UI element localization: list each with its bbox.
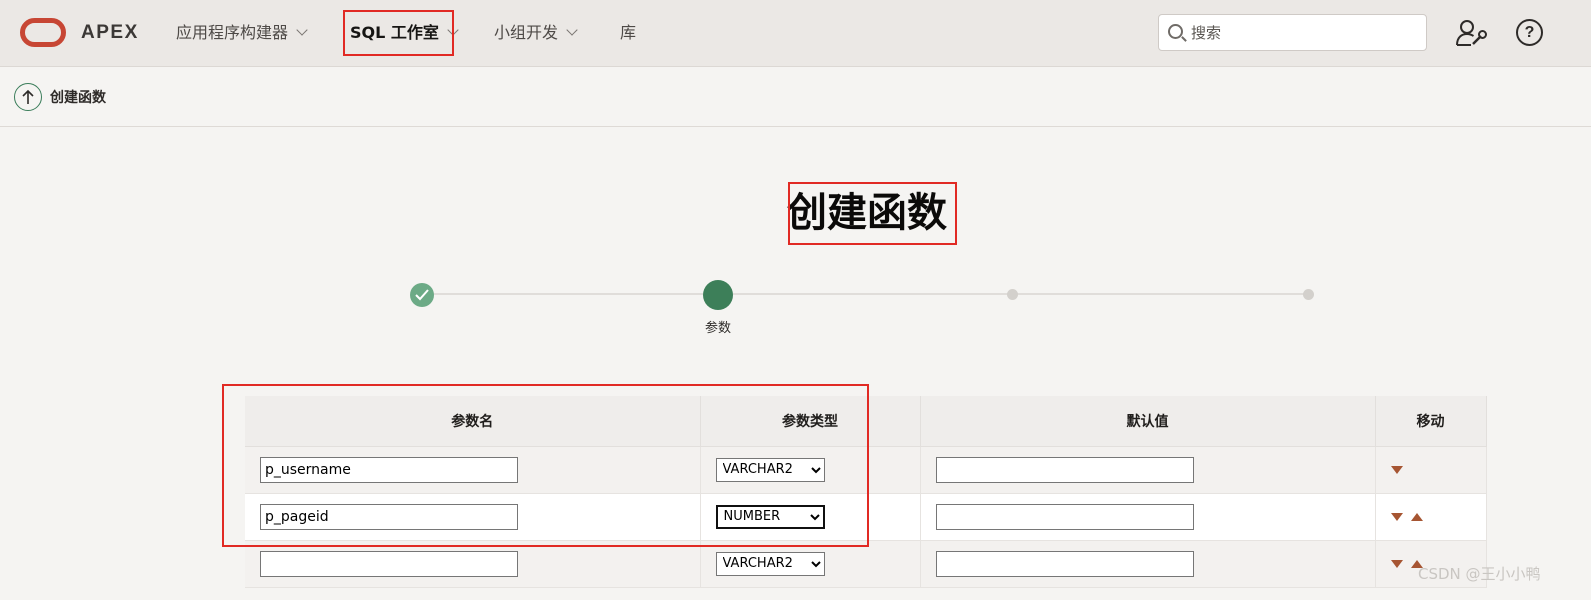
breadcrumb-title: 创建函数 — [50, 90, 106, 106]
search-box[interactable] — [1158, 14, 1427, 51]
move-down-icon[interactable] — [1390, 465, 1403, 474]
parameter-name-input[interactable] — [260, 503, 518, 530]
administration-icon[interactable] — [1454, 16, 1488, 50]
move-down-icon[interactable] — [1390, 559, 1403, 568]
column-header: 移动 — [1375, 396, 1487, 447]
parameter-name-cell — [245, 540, 701, 588]
chevron-down-icon — [447, 24, 459, 36]
wizard-step-upcoming — [1007, 289, 1018, 300]
parameter-name-cell — [245, 446, 701, 494]
default-value-cell — [920, 446, 1376, 494]
table-row: VARCHAR2NUMBERDATEBOOLEAN — [245, 493, 1487, 541]
default-value-input[interactable] — [935, 503, 1194, 530]
table-header-row: 参数名 参数类型 默认值 移动 — [245, 396, 1487, 447]
checkmark-icon — [415, 289, 429, 301]
nav-sql-workshop-label: SQL 工作室 — [350, 23, 439, 42]
chevron-down-icon — [296, 24, 308, 36]
parameters-table: 参数名 参数类型 默认值 移动 VARCHAR2NUMBERDATEBOOLEA… — [245, 396, 1487, 588]
nav-app-builder-label: 应用程序构建器 — [176, 23, 289, 42]
top-navigation-bar: APEX 应用程序构建器 SQL 工作室 小组开发 库 ? — [0, 0, 1591, 67]
nav-gallery-label: 库 — [620, 23, 637, 42]
default-value-cell — [920, 493, 1376, 541]
table-row: VARCHAR2NUMBERDATEBOOLEAN — [245, 540, 1487, 588]
watermark: CSDN @王小小鸭 — [1418, 565, 1541, 583]
nav-sql-workshop[interactable]: SQL 工作室 — [350, 12, 459, 54]
parameter-name-input[interactable] — [260, 550, 518, 577]
oracle-logo-icon[interactable] — [20, 18, 66, 47]
parameter-type-cell: VARCHAR2NUMBERDATEBOOLEAN — [700, 446, 921, 494]
parameter-type-cell: VARCHAR2NUMBERDATEBOOLEAN — [700, 540, 921, 588]
search-input[interactable] — [1191, 15, 1416, 50]
move-up-icon[interactable] — [1410, 512, 1423, 521]
wizard-step-upcoming — [1303, 289, 1314, 300]
breadcrumb-bar: 创建函数 — [0, 67, 1591, 127]
up-arrow-icon[interactable] — [14, 83, 42, 111]
column-header: 参数类型 — [700, 396, 921, 447]
search-icon — [1168, 24, 1183, 39]
parameter-type-select[interactable]: VARCHAR2NUMBERDATEBOOLEAN — [715, 457, 825, 482]
move-down-icon[interactable] — [1390, 512, 1403, 521]
parameter-type-select[interactable]: VARCHAR2NUMBERDATEBOOLEAN — [715, 551, 825, 576]
move-cell — [1375, 446, 1487, 494]
nav-app-builder[interactable]: 应用程序构建器 — [176, 12, 308, 54]
column-header: 默认值 — [920, 396, 1376, 447]
table-row: VARCHAR2NUMBERDATEBOOLEAN — [245, 446, 1487, 494]
parameter-name-cell — [245, 493, 701, 541]
parameter-type-select[interactable]: VARCHAR2NUMBERDATEBOOLEAN — [715, 504, 825, 529]
wizard-progress-track — [422, 293, 1310, 295]
chevron-down-icon — [566, 24, 578, 36]
wizard-step-current — [703, 280, 733, 310]
help-icon[interactable]: ? — [1516, 19, 1543, 46]
parameter-name-input[interactable] — [260, 456, 518, 483]
default-value-input[interactable] — [935, 456, 1194, 483]
default-value-input[interactable] — [935, 550, 1194, 577]
wizard-step-completed — [410, 283, 434, 307]
default-value-cell — [920, 540, 1376, 588]
wizard-step-label: 参数 — [704, 321, 731, 336]
nav-team-development[interactable]: 小组开发 — [494, 12, 578, 54]
nav-team-development-label: 小组开发 — [494, 23, 559, 42]
nav-gallery[interactable]: 库 — [620, 12, 636, 54]
parameter-type-cell: VARCHAR2NUMBERDATEBOOLEAN — [700, 493, 921, 541]
page-title: 创建函数 — [787, 190, 947, 236]
column-header: 参数名 — [245, 396, 701, 447]
move-cell — [1375, 493, 1487, 541]
brand-name[interactable]: APEX — [81, 22, 139, 44]
